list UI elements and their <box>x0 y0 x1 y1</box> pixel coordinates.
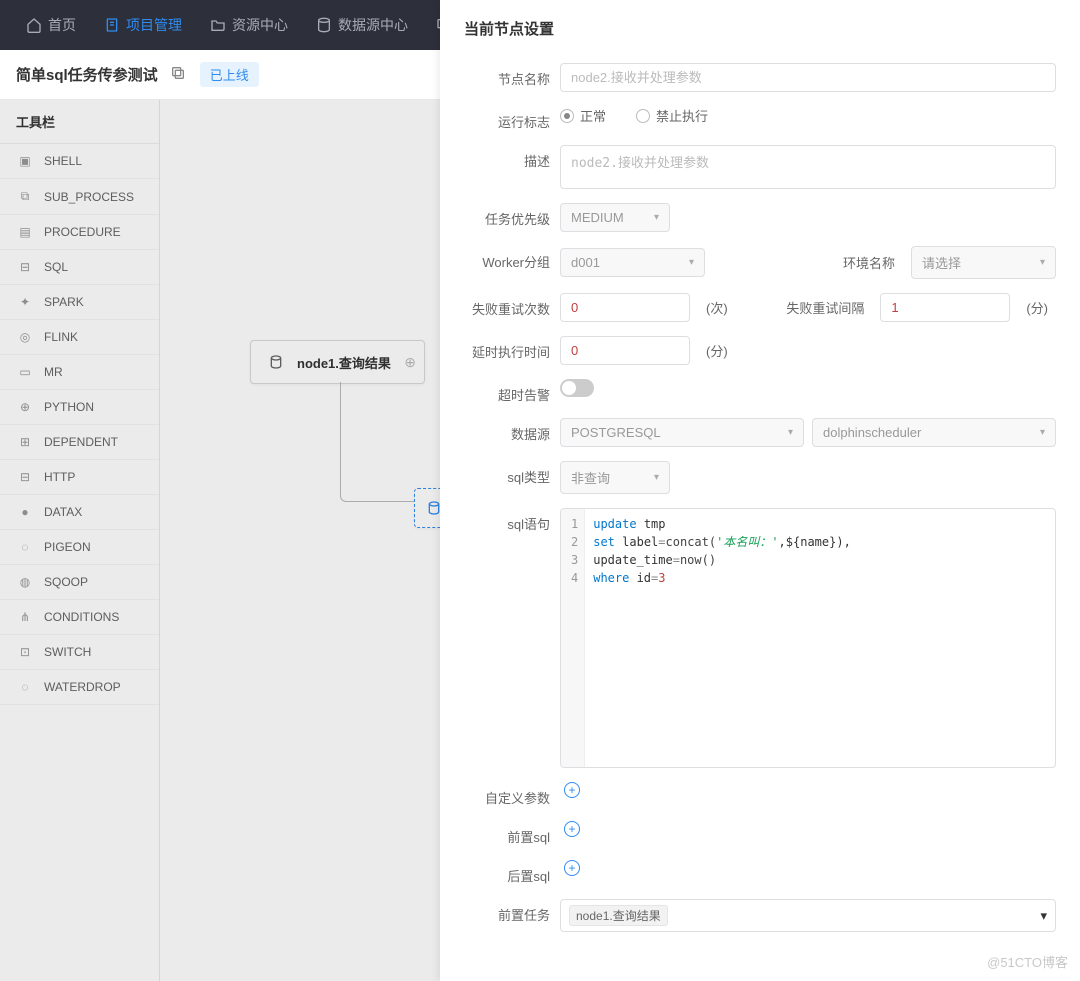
delay-input[interactable] <box>560 336 690 365</box>
label-worker-group: Worker分组 <box>440 246 560 271</box>
label-pre-task: 前置任务 <box>440 899 560 924</box>
nav-datasource[interactable]: 数据源中心 <box>302 0 422 50</box>
database-icon <box>316 17 332 33</box>
unit-min: (分) <box>698 341 736 360</box>
sql-editor[interactable]: 1234 update tmp set label=concat('本名叫：',… <box>560 508 1056 768</box>
nav-datasource-label: 数据源中心 <box>338 15 408 35</box>
chevron-down-icon: ▾ <box>1040 908 1047 924</box>
home-icon <box>26 17 42 33</box>
page-title: 简单sql任务传参测试 <box>16 64 158 85</box>
folder-icon <box>210 17 226 33</box>
label-sql-type: sql类型 <box>440 461 560 486</box>
chevron-down-icon: ▾ <box>788 427 793 438</box>
ds-name-select[interactable]: dolphinscheduler▾ <box>812 418 1056 447</box>
label-sql-stmt: sql语句 <box>440 508 560 533</box>
document-icon <box>104 17 120 33</box>
radio-normal[interactable]: 正常 <box>560 106 606 125</box>
chevron-down-icon: ▾ <box>654 212 659 223</box>
copy-icon[interactable] <box>170 65 186 84</box>
nav-resource[interactable]: 资源中心 <box>196 0 302 50</box>
label-pre-sql: 前置sql <box>440 821 560 846</box>
env-select[interactable]: 请选择▾ <box>911 246 1056 279</box>
label-custom-params: 自定义参数 <box>440 782 560 807</box>
label-run-flag: 运行标志 <box>440 106 560 131</box>
label-delay: 延时执行时间 <box>440 336 560 361</box>
ds-type-select[interactable]: POSTGRESQL▾ <box>560 418 804 447</box>
label-node-name: 节点名称 <box>440 63 560 88</box>
unit-min: (分) <box>1018 298 1056 317</box>
desc-textarea[interactable] <box>560 145 1056 189</box>
status-badge: 已上线 <box>200 62 259 87</box>
radio-forbid[interactable]: 禁止执行 <box>636 106 708 125</box>
watermark: @51CTO博客 <box>987 952 1068 971</box>
gutter: 1234 <box>561 509 585 767</box>
add-post-sql-button[interactable]: + <box>564 860 580 876</box>
panel-title: 当前节点设置 <box>464 18 1056 39</box>
chevron-down-icon: ▾ <box>1040 427 1045 438</box>
label-env-name: 环境名称 <box>835 253 903 272</box>
label-desc: 描述 <box>440 145 560 170</box>
worker-group-select[interactable]: d001▾ <box>560 248 705 277</box>
label-post-sql: 后置sql <box>440 860 560 885</box>
unit-times: (次) <box>698 298 736 317</box>
nav-resource-label: 资源中心 <box>232 15 288 35</box>
node-settings-panel: 当前节点设置 节点名称 运行标志 正常 禁止执行 描述 任务优先级 MEDIUM… <box>440 0 1080 981</box>
priority-select[interactable]: MEDIUM▾ <box>560 203 670 232</box>
add-param-button[interactable]: + <box>564 782 580 798</box>
retry-times-input[interactable] <box>560 293 690 322</box>
nav-project-label: 项目管理 <box>126 15 182 35</box>
chevron-down-icon: ▾ <box>1040 257 1045 268</box>
label-datasource: 数据源 <box>440 418 560 443</box>
add-pre-sql-button[interactable]: + <box>564 821 580 837</box>
timeout-switch[interactable] <box>560 379 594 397</box>
label-priority: 任务优先级 <box>440 203 560 228</box>
sql-type-select[interactable]: 非查询▾ <box>560 461 670 494</box>
code-content[interactable]: update tmp set label=concat('本名叫：',${nam… <box>585 509 1055 767</box>
label-retry-interval: 失败重试间隔 <box>778 298 872 317</box>
label-timeout: 超时告警 <box>440 379 560 404</box>
label-retry-times: 失败重试次数 <box>440 293 560 318</box>
node-name-input[interactable] <box>560 63 1056 92</box>
nav-home[interactable]: 首页 <box>12 0 90 50</box>
chevron-down-icon: ▾ <box>689 257 694 268</box>
nav-home-label: 首页 <box>48 15 76 35</box>
chevron-down-icon: ▾ <box>654 472 659 483</box>
nav-project[interactable]: 项目管理 <box>90 0 196 50</box>
pre-task-select[interactable]: node1.查询结果 ▾ <box>560 899 1056 932</box>
pre-task-tag: node1.查询结果 <box>569 905 668 926</box>
retry-interval-input[interactable] <box>880 293 1010 322</box>
